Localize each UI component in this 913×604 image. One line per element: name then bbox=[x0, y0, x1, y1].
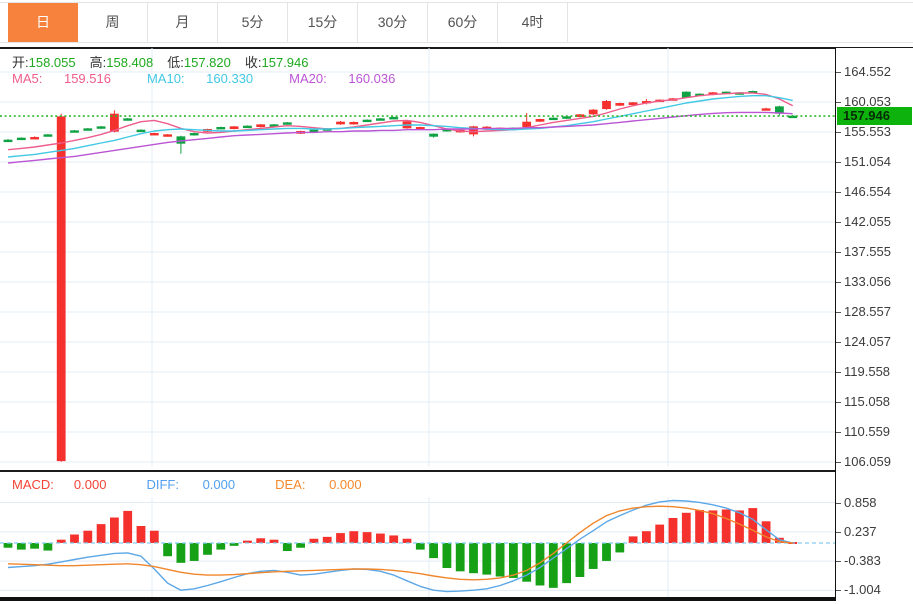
axis-label: 164.552 bbox=[844, 64, 891, 80]
axis-tick bbox=[836, 462, 841, 463]
tab-5min[interactable]: 5分 bbox=[218, 3, 288, 42]
axis-tick bbox=[836, 590, 841, 591]
trading-chart-app: 日周月5分15分30分60分4时 开:158.055高:158.408低:157… bbox=[0, 0, 913, 604]
axis-tick bbox=[836, 162, 841, 163]
axis-tick bbox=[836, 561, 841, 562]
close-label: 收: bbox=[245, 55, 262, 70]
axis-tick bbox=[836, 252, 841, 253]
macd-value-readout: MACD:0.000 bbox=[12, 477, 126, 492]
axis-label: -0.383 bbox=[844, 553, 881, 569]
open-value: 158.055 bbox=[29, 55, 76, 70]
axis-tick bbox=[836, 432, 841, 433]
bottom-border bbox=[0, 597, 913, 601]
axis-tick bbox=[836, 503, 841, 504]
tab-day[interactable]: 日 bbox=[8, 3, 78, 42]
tab-week[interactable]: 周 bbox=[78, 3, 148, 42]
ma-readout: MA5: 159.516 MA10: 160.330 MA20: 160.036 bbox=[12, 71, 431, 86]
axis-tick bbox=[836, 532, 841, 533]
tab-15min[interactable]: 15分 bbox=[288, 3, 358, 42]
high-value: 158.408 bbox=[106, 55, 153, 70]
axis-label: 146.554 bbox=[844, 184, 891, 200]
axis-label: 160.053 bbox=[844, 94, 891, 110]
ohlc-readout: 开:158.055 高:158.408 低:157.820 收:157.946 bbox=[12, 52, 323, 71]
axis-tick bbox=[836, 312, 841, 313]
tab-4hour[interactable]: 4时 bbox=[498, 3, 568, 42]
axis-label: 151.054 bbox=[844, 154, 891, 170]
macd-chart-panel[interactable] bbox=[0, 497, 835, 597]
axis-tick bbox=[836, 132, 841, 133]
axis-label: 124.057 bbox=[844, 334, 891, 350]
timeframe-tabbar: 日周月5分15分30分60分4时 bbox=[8, 3, 568, 42]
tab-60min[interactable]: 60分 bbox=[428, 3, 498, 42]
diff-value-readout: DIFF: 0.000 bbox=[146, 477, 255, 492]
close-value: 157.946 bbox=[262, 55, 309, 70]
axis-tick bbox=[836, 72, 841, 73]
axis-label: 110.559 bbox=[844, 424, 890, 440]
axis-label: 0.237 bbox=[844, 524, 877, 540]
candlestick-chart-panel[interactable]: 开:158.055 高:158.408 低:157.820 收:157.946 MA5… bbox=[0, 48, 835, 467]
open-label: 开: bbox=[12, 55, 29, 70]
axis-tick bbox=[836, 102, 841, 103]
axis-label: -1.004 bbox=[844, 582, 881, 598]
high-label: 高: bbox=[90, 55, 107, 70]
axis-label: 106.059 bbox=[844, 454, 891, 470]
axis-label: 128.557 bbox=[844, 304, 891, 320]
axis-label: 0.858 bbox=[844, 495, 877, 511]
macd-divider bbox=[0, 470, 835, 472]
axis-label: 155.553 bbox=[844, 124, 891, 140]
axis-label: 119.558 bbox=[844, 364, 890, 380]
macd-chart-canvas bbox=[0, 497, 835, 597]
axis-tick bbox=[836, 222, 841, 223]
low-value: 157.820 bbox=[184, 55, 231, 70]
axis-label: 133.056 bbox=[844, 274, 891, 290]
tab-30min[interactable]: 30分 bbox=[358, 3, 428, 42]
candlestick-chart-canvas bbox=[0, 48, 835, 467]
axis-label: 137.555 bbox=[844, 244, 891, 260]
axis-tick bbox=[836, 342, 841, 343]
timeframe-tabbar-band: 日周月5分15分30分60分4时 bbox=[0, 2, 913, 43]
price-axis: 157.946 164.552160.053155.553151.054146.… bbox=[835, 48, 913, 601]
axis-tick bbox=[836, 192, 841, 193]
ma20-readout: MA20: 160.036 bbox=[289, 71, 413, 86]
low-label: 低: bbox=[167, 55, 184, 70]
axis-label: 142.055 bbox=[844, 214, 891, 230]
macd-readout: MACD:0.000 DIFF: 0.000 DEA: 0.000 bbox=[12, 473, 402, 497]
axis-tick bbox=[836, 282, 841, 283]
tab-month[interactable]: 月 bbox=[148, 3, 218, 42]
dea-value-readout: DEA: 0.000 bbox=[275, 477, 382, 492]
axis-label: 115.058 bbox=[844, 394, 890, 410]
axis-tick bbox=[836, 402, 841, 403]
ma5-readout: MA5: 159.516 bbox=[12, 71, 129, 86]
ma10-readout: MA10: 160.330 bbox=[147, 71, 271, 86]
axis-tick bbox=[836, 372, 841, 373]
